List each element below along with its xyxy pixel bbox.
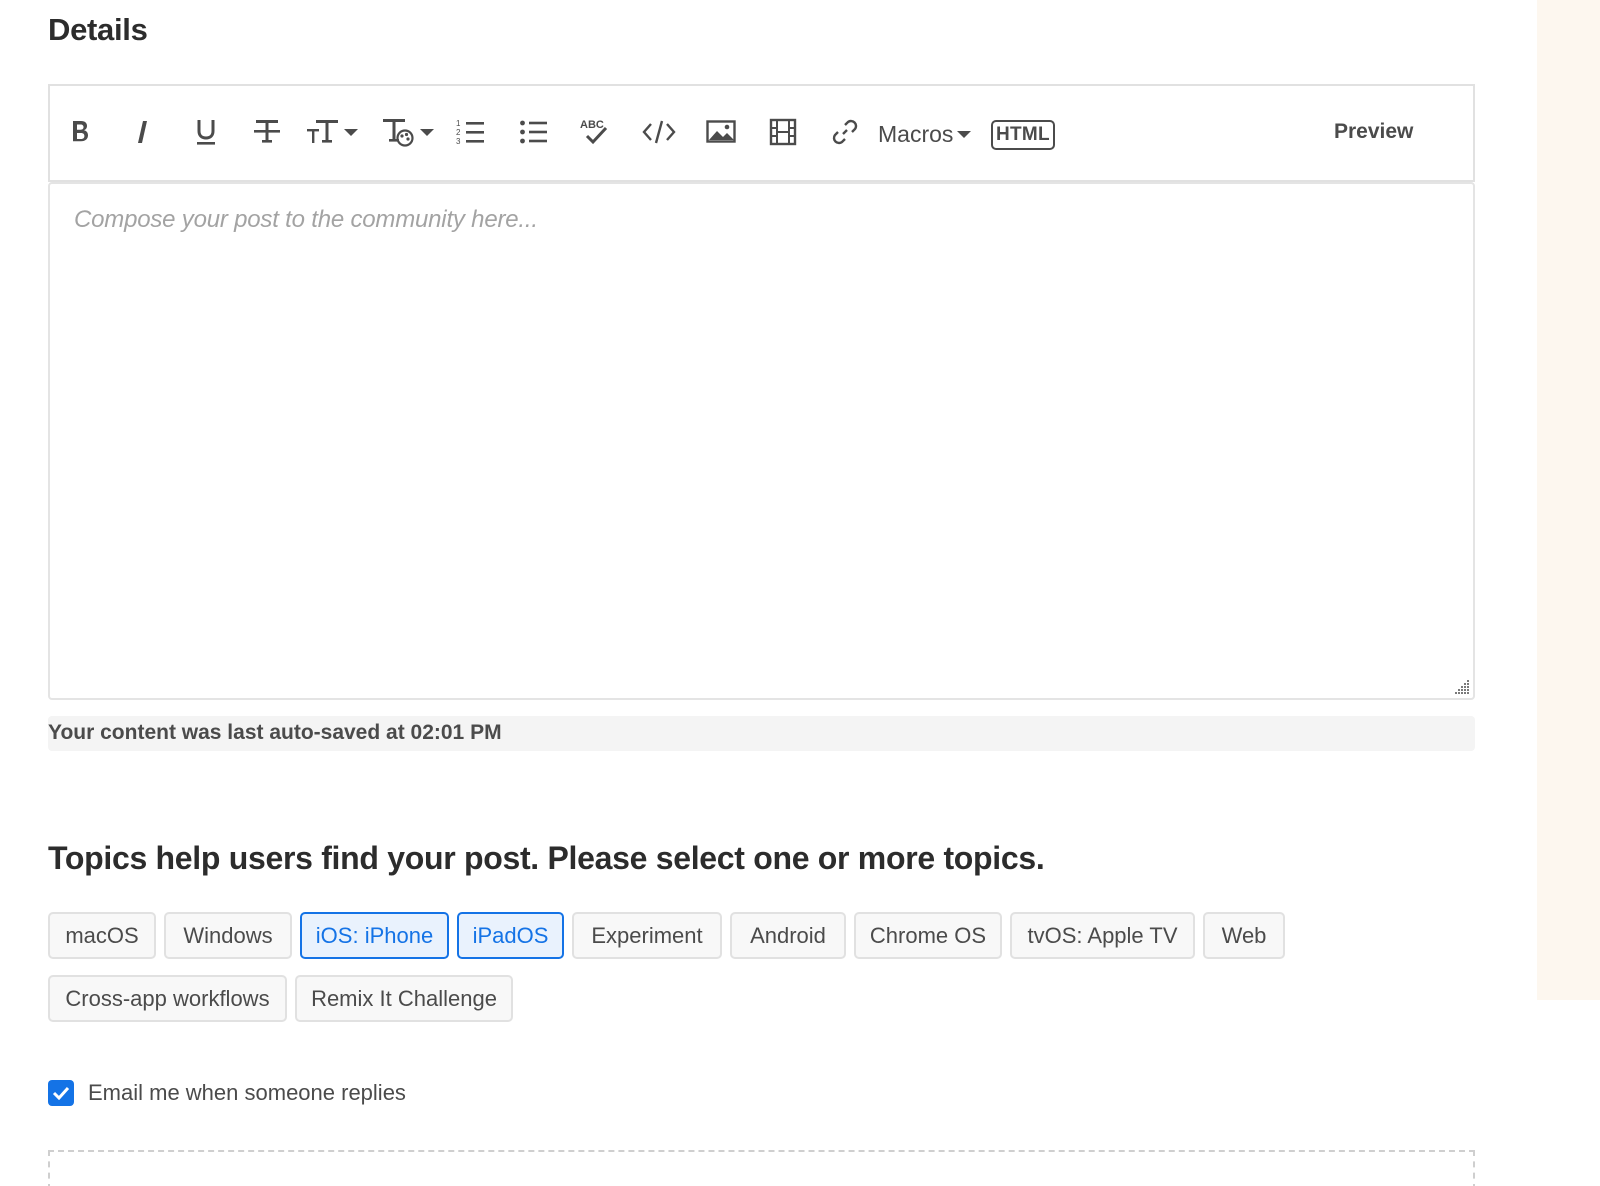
video-icon: [769, 118, 797, 146]
topic-chip-tvos-apple-tv[interactable]: tvOS: Apple TV: [1010, 912, 1195, 959]
dashed-divider: [48, 1150, 1475, 1186]
chevron-down-icon: [957, 130, 972, 138]
email-notification-label: Email me when someone replies: [88, 1080, 406, 1105]
autosave-text: Your content was last auto-saved at 02:0…: [48, 721, 502, 744]
italic-button[interactable]: [128, 108, 158, 156]
svg-text:2: 2: [456, 128, 461, 137]
checkmark-icon: [52, 1086, 70, 1100]
bold-icon: [69, 118, 91, 146]
email-notification-row: Email me when someone replies: [48, 1080, 406, 1106]
topic-chip-cross-app-workflows[interactable]: Cross-app workflows: [48, 975, 287, 1022]
chevron-down-icon: [344, 128, 358, 136]
font-size-icon: [306, 117, 340, 147]
topic-chip-chrome-os[interactable]: Chrome OS: [854, 912, 1002, 959]
right-side-panel: [1537, 0, 1600, 1000]
font-size-dropdown[interactable]: [304, 108, 360, 156]
topic-chip-remix-it-challenge[interactable]: Remix It Challenge: [295, 975, 513, 1022]
insert-image-button[interactable]: [704, 108, 738, 156]
html-mode-button[interactable]: HTML: [991, 120, 1055, 150]
underline-button[interactable]: [190, 108, 222, 156]
email-notification-checkbox[interactable]: [48, 1080, 74, 1106]
insert-link-button[interactable]: [828, 108, 862, 156]
preview-button[interactable]: Preview: [1334, 120, 1413, 144]
text-color-icon: [382, 116, 416, 148]
macros-label: Macros: [878, 120, 954, 147]
link-icon: [830, 117, 860, 147]
bold-button[interactable]: [64, 108, 96, 156]
ordered-list-button[interactable]: 123: [454, 108, 488, 156]
autosave-status: Your content was last auto-saved at 02:0…: [48, 716, 1475, 751]
spellcheck-abc-text: ABC: [580, 119, 604, 131]
chevron-down-icon: [420, 128, 434, 136]
unordered-list-icon: [519, 117, 549, 147]
image-icon: [706, 119, 736, 145]
details-heading: Details: [48, 12, 148, 47]
editor-toolbar: 123 ABC Macros HTML Preview: [48, 84, 1475, 182]
text-color-dropdown[interactable]: [380, 108, 436, 156]
topic-chip-macos[interactable]: macOS: [48, 912, 156, 959]
topic-chip-ipados[interactable]: iPadOS: [457, 912, 564, 959]
code-icon: [642, 119, 676, 145]
unordered-list-button[interactable]: [517, 108, 551, 156]
topic-chip-windows[interactable]: Windows: [164, 912, 292, 959]
strikethrough-button[interactable]: [250, 108, 284, 156]
strikethrough-icon: [253, 117, 281, 147]
topics-heading: Topics help users find your post. Please…: [48, 840, 1045, 876]
post-body-editor[interactable]: Compose your post to the community here.…: [48, 182, 1475, 700]
spellcheck-icon: ABC: [579, 116, 611, 148]
italic-icon: [134, 118, 152, 146]
editor-placeholder: Compose your post to the community here.…: [74, 206, 538, 233]
underline-icon: [194, 117, 218, 147]
ordered-list-icon: 123: [456, 117, 486, 147]
code-button[interactable]: [640, 108, 678, 156]
topic-chip-web[interactable]: Web: [1203, 912, 1285, 959]
topic-chip-ios-iphone[interactable]: iOS: iPhone: [300, 912, 449, 959]
topic-chip-android[interactable]: Android: [730, 912, 846, 959]
resize-handle-icon[interactable]: [1453, 678, 1471, 696]
macros-dropdown[interactable]: Macros: [878, 114, 972, 154]
topic-chip-experiment[interactable]: Experiment: [572, 912, 722, 959]
svg-text:1: 1: [456, 119, 461, 128]
insert-video-button[interactable]: [766, 108, 800, 156]
spellcheck-button[interactable]: ABC: [578, 108, 612, 156]
svg-text:3: 3: [456, 137, 461, 146]
